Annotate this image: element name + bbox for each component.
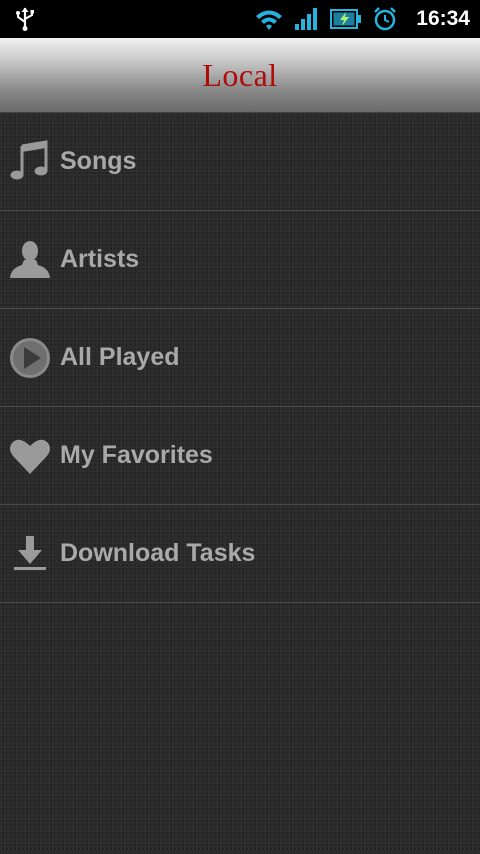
menu-item-download-tasks[interactable]: Download Tasks <box>0 505 480 603</box>
heart-icon <box>8 434 52 478</box>
usb-icon <box>16 7 34 31</box>
person-icon <box>8 238 52 282</box>
title-bar: Local <box>0 38 480 113</box>
page-title: Local <box>202 56 278 93</box>
menu-item-all-played[interactable]: All Played <box>0 309 480 407</box>
music-note-icon <box>8 139 52 184</box>
status-bar: 16:34 <box>0 0 480 38</box>
menu-item-label: Artists <box>60 245 140 273</box>
status-time: 16:34 <box>416 7 470 30</box>
signal-icon <box>295 8 318 30</box>
battery-charging-icon <box>330 9 362 29</box>
menu-item-songs[interactable]: Songs <box>0 113 480 211</box>
menu-item-my-favorites[interactable]: My Favorites <box>0 407 480 505</box>
menu-list: Songs Artists All Played My Favorites Do… <box>0 113 480 854</box>
menu-item-artists[interactable]: Artists <box>0 211 480 309</box>
menu-item-label: Songs <box>60 147 137 175</box>
menu-item-label: All Played <box>60 343 180 371</box>
menu-item-label: My Favorites <box>60 441 213 469</box>
menu-item-label: Download Tasks <box>60 539 256 567</box>
download-icon <box>8 532 52 576</box>
alarm-icon <box>374 7 397 31</box>
wifi-icon <box>256 10 283 30</box>
play-circle-icon <box>8 336 52 380</box>
